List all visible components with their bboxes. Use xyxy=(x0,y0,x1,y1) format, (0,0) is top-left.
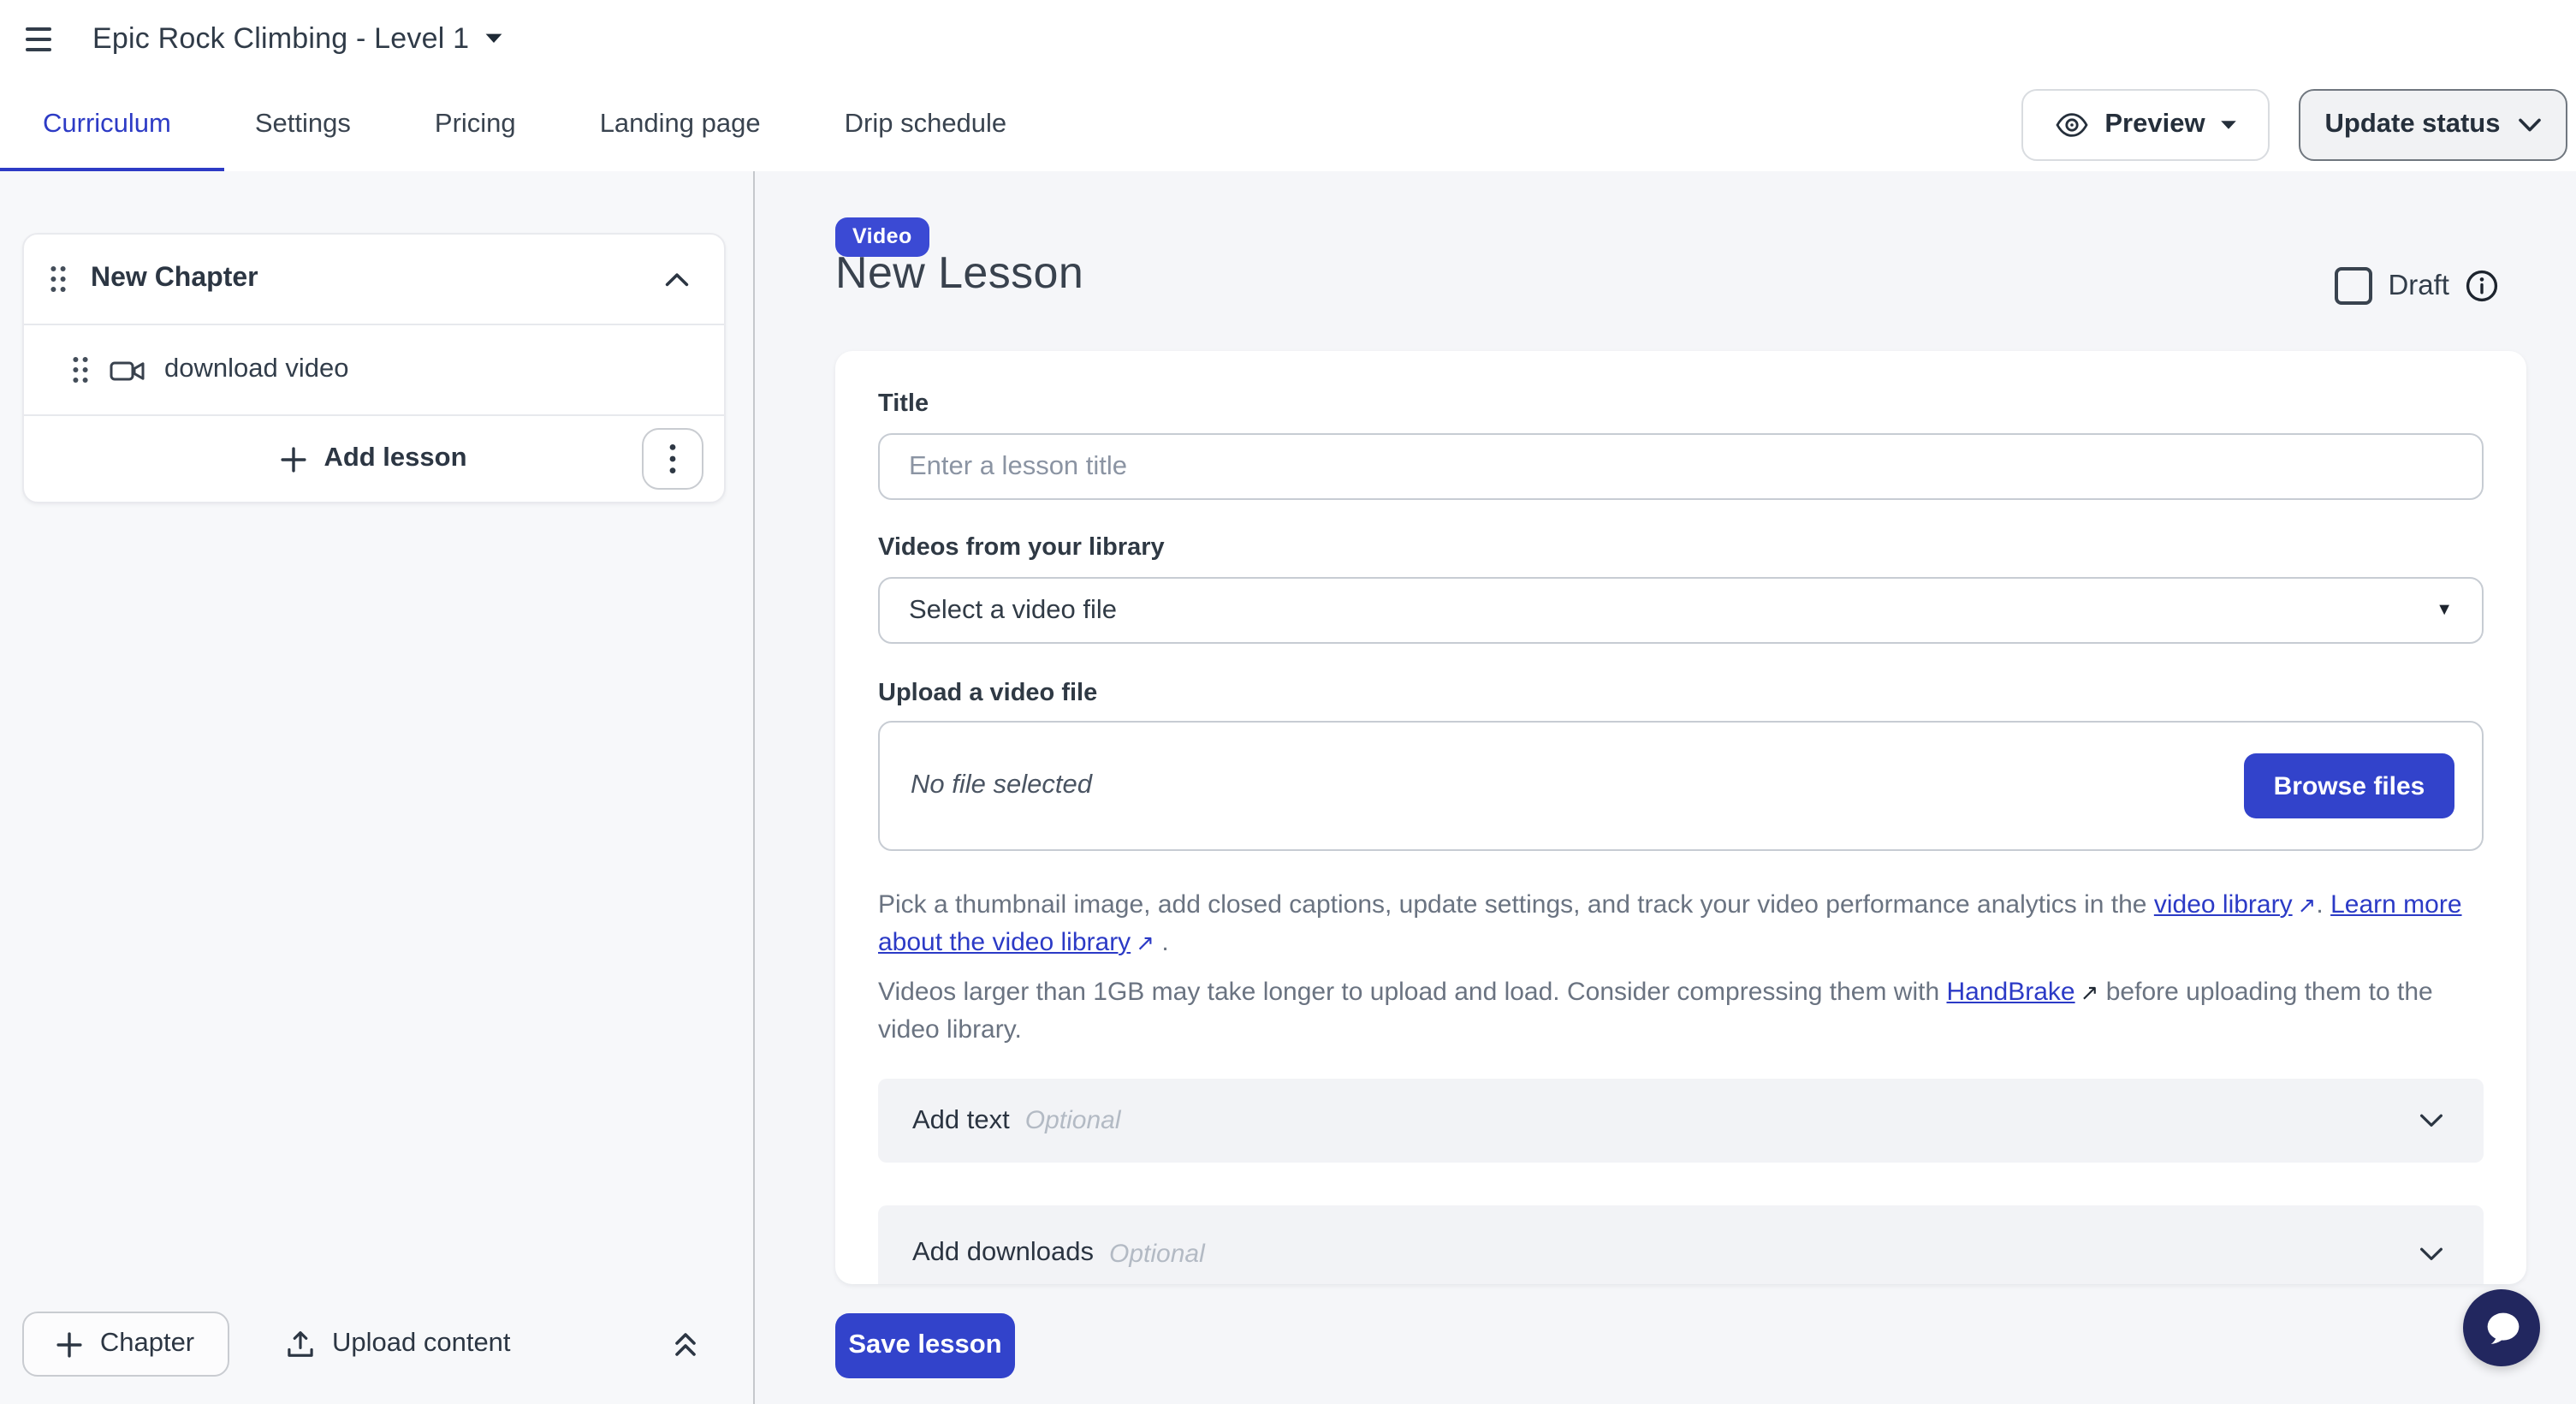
curriculum-sidebar: New Chapter download video Add lesson xyxy=(0,171,755,1404)
double-chevron-up-icon xyxy=(669,1330,702,1359)
video-library-help: Pick a thumbnail image, add closed capti… xyxy=(878,887,2484,962)
select-value: Select a video file xyxy=(909,595,1117,626)
tab-bar: Curriculum Settings Pricing Landing page… xyxy=(0,77,2576,173)
add-text-section[interactable]: Add text Optional xyxy=(878,1079,2484,1163)
optional-label: Optional xyxy=(1025,1106,1121,1135)
drag-handle-icon[interactable] xyxy=(50,265,67,293)
video-library-link[interactable]: video library xyxy=(2154,890,2293,919)
eye-icon xyxy=(2053,108,2089,142)
external-link-icon: ↗ xyxy=(2075,974,2099,1012)
add-chapter-button[interactable]: Chapter xyxy=(22,1312,229,1377)
chat-bubble-icon xyxy=(2479,1306,2524,1350)
caret-down-icon xyxy=(2221,120,2238,130)
plus-icon xyxy=(57,1331,83,1357)
lesson-title-input[interactable] xyxy=(878,433,2484,500)
draft-toggle: Draft xyxy=(2335,267,2499,305)
chevron-down-icon xyxy=(2419,1113,2444,1128)
chevron-up-icon[interactable] xyxy=(664,271,690,287)
page-title: New Lesson xyxy=(835,247,1083,300)
update-status-button[interactable]: Update status xyxy=(2299,89,2567,161)
upload-content-label: Upload content xyxy=(332,1329,511,1359)
chapter-card: New Chapter download video Add lesson xyxy=(22,233,726,503)
upload-label: Upload a video file xyxy=(878,681,2484,707)
title-label: Title xyxy=(878,392,2484,418)
course-builder-app: Epic Rock Climbing - Level 1 Curriculum … xyxy=(0,0,2576,1404)
select-caret-icon: ▼ xyxy=(2436,601,2453,620)
menu-icon[interactable] xyxy=(26,20,63,57)
chevron-down-icon xyxy=(2419,1246,2444,1261)
video-camera-icon xyxy=(110,355,145,384)
lesson-row[interactable]: download video xyxy=(24,325,724,416)
no-file-text: No file selected xyxy=(911,770,1092,801)
chevron-down-icon xyxy=(2518,118,2542,132)
tab-settings[interactable]: Settings xyxy=(255,109,351,140)
sidebar-footer: Chapter Upload content xyxy=(22,1312,705,1377)
file-upload-area[interactable]: No file selected Browse files xyxy=(878,721,2484,851)
course-switcher[interactable]: Epic Rock Climbing - Level 1 xyxy=(92,21,503,56)
collapse-all-button[interactable] xyxy=(666,1326,705,1362)
kebab-icon xyxy=(669,443,676,474)
handbrake-link[interactable]: HandBrake xyxy=(1947,978,2075,1007)
tab-pricing[interactable]: Pricing xyxy=(435,109,516,140)
lesson-form-card: Title Videos from your library Select a … xyxy=(835,351,2526,1284)
add-downloads-label: Add downloads xyxy=(912,1238,1094,1269)
upload-icon xyxy=(284,1328,317,1360)
lesson-title: download video xyxy=(164,354,348,385)
draft-label: Draft xyxy=(2388,270,2449,302)
top-bar: Epic Rock Climbing - Level 1 xyxy=(0,0,2576,77)
save-lesson-button[interactable]: Save lesson xyxy=(835,1313,1015,1378)
chat-widget-button[interactable] xyxy=(2463,1289,2540,1366)
chapter-footer: Add lesson xyxy=(24,416,724,502)
optional-label: Optional xyxy=(1109,1239,1205,1268)
tab-drip-schedule[interactable]: Drip schedule xyxy=(845,109,1007,140)
external-link-icon: ↗ xyxy=(1131,925,1154,962)
add-text-label: Add text xyxy=(912,1105,1010,1136)
preview-button[interactable]: Preview xyxy=(2021,89,2270,161)
caret-down-icon xyxy=(484,33,503,45)
compression-help: Videos larger than 1GB may take longer t… xyxy=(878,974,2484,1050)
tab-landing-page[interactable]: Landing page xyxy=(600,109,761,140)
external-link-icon: ↗ xyxy=(2293,887,2317,925)
library-label: Videos from your library xyxy=(878,536,2484,562)
add-lesson-label: Add lesson xyxy=(323,443,466,474)
browse-files-button[interactable]: Browse files xyxy=(2244,753,2454,818)
add-lesson-button[interactable]: Add lesson xyxy=(24,416,724,502)
add-downloads-section[interactable]: Add downloads Optional xyxy=(878,1205,2484,1284)
chapter-title: New Chapter xyxy=(91,264,664,294)
chapter-menu-button[interactable] xyxy=(642,428,703,490)
tab-curriculum[interactable]: Curriculum xyxy=(43,109,171,140)
upload-content-button[interactable]: Upload content xyxy=(274,1326,521,1362)
drag-handle-icon[interactable] xyxy=(72,356,89,384)
video-library-select[interactable]: Select a video file ▼ xyxy=(878,577,2484,644)
draft-checkbox[interactable] xyxy=(2335,267,2372,305)
info-icon[interactable] xyxy=(2465,269,2499,303)
course-title: Epic Rock Climbing - Level 1 xyxy=(92,21,469,56)
update-status-label: Update status xyxy=(2325,110,2501,140)
lesson-editor: Video New Lesson Draft Title Videos from… xyxy=(755,171,2576,1404)
preview-label: Preview xyxy=(2104,110,2205,140)
plus-icon xyxy=(281,446,306,472)
header-actions: Preview Update status xyxy=(2021,89,2567,161)
chapter-header[interactable]: New Chapter xyxy=(24,235,724,325)
add-chapter-label: Chapter xyxy=(100,1329,194,1359)
